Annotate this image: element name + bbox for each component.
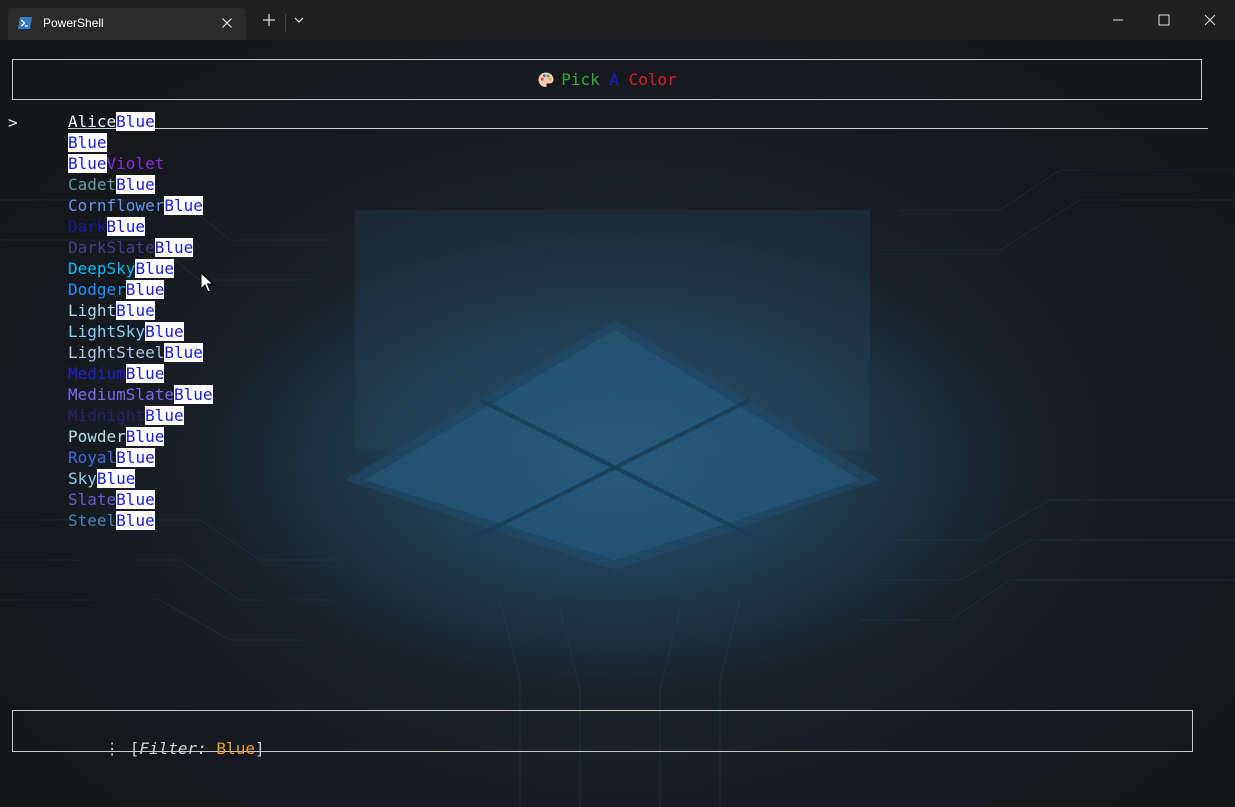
list-item[interactable]: MidnightBlue [68,405,213,426]
window-close-icon[interactable] [1196,8,1224,32]
color-name-match: Blue [145,322,184,341]
color-name-prefix: DeepSky [68,259,136,278]
list-item[interactable]: RoyalBlue [68,447,213,468]
color-name-prefix: Sky [68,469,97,488]
color-name-prefix: LightSteel [68,343,165,362]
list-item[interactable]: LightSteelBlue [68,342,213,363]
color-name-match: Blue [116,175,155,194]
color-name-match: Blue [116,490,155,509]
color-name-prefix: Cornflower [68,196,165,215]
color-name-prefix: Steel [68,511,117,530]
maximize-icon[interactable] [1150,8,1178,32]
color-name-prefix: Slate [68,490,117,509]
tab-powershell[interactable]: PowerShell [8,8,246,40]
selection-underline [68,128,1208,129]
color-name-match: Blue [125,364,165,383]
color-name-match: Blue [173,385,213,404]
list-item[interactable]: DodgerBlue [68,279,213,300]
list-item[interactable]: SlateBlue [68,489,213,510]
color-name-match: Blue [68,133,107,152]
tab-separator [285,14,286,32]
color-name-match: Blue [164,196,203,215]
palette-icon [538,72,554,87]
terminal-pane[interactable]: Pick A Color > AliceBlue Blue BlueViolet Ca… [0,40,1235,807]
list-item[interactable]: LightBlue [68,300,213,321]
color-name-prefix: Powder [68,427,126,446]
list-item[interactable]: MediumBlue [68,363,213,384]
close-icon[interactable] [218,14,236,32]
color-name-match: Blue [116,112,155,131]
color-name-match: Blue [116,301,155,320]
color-name-prefix: Alice [68,112,117,131]
list-item[interactable]: AliceBlue [68,111,213,132]
color-name-match: Blue [125,427,165,446]
color-list[interactable]: AliceBlue Blue BlueViolet CadetBlue Cornflow… [68,111,213,531]
filter-value: Blue [216,739,255,758]
list-item[interactable]: DeepSkyBlue [68,258,213,279]
list-item[interactable]: DarkSlateBlue [68,237,213,258]
color-name-prefix: Cadet [68,175,117,194]
filter-label: Filter: [139,739,207,758]
header-word-pick: Pick [561,70,600,89]
mouse-cursor-icon [200,272,214,293]
filter-open-bracket: [ [129,739,140,758]
color-name-prefix: LightSky [68,322,146,341]
minimize-icon[interactable] [1104,8,1132,32]
color-name-match: Blue [68,154,107,173]
color-name-match: Blue [145,406,184,425]
color-name-match: Blue [96,469,136,488]
filter-close-bracket: ] [254,739,265,758]
color-name-prefix: MediumSlate [68,385,174,404]
picker-header: Pick A Color [12,59,1202,100]
color-name-match: Blue [116,511,155,530]
vertical-ellipsis-icon: ⋮ [104,739,121,758]
filter-bar: ⋮ [Filter: Blue] [12,710,1193,758]
color-name-match: Blue [164,343,203,362]
header-word-color: Color [628,70,677,89]
tab-title: PowerShell [43,16,104,30]
color-name-prefix: Light [68,301,117,320]
list-item[interactable]: BlueViolet [68,153,213,174]
chevron-down-icon[interactable] [289,10,309,30]
powershell-icon [18,17,32,29]
color-name-match: Blue [116,448,155,467]
color-name-prefix: Medium [68,364,126,383]
list-item[interactable]: SteelBlue [68,510,213,531]
title-bar: PowerShell [0,0,1235,40]
selection-pointer: > [8,113,18,132]
color-name-prefix: Royal [68,448,117,467]
color-name-match: Blue [125,280,165,299]
list-item[interactable]: PowderBlue [68,426,213,447]
color-name-prefix: DarkSlate [68,238,155,257]
list-item[interactable]: Blue [68,132,213,153]
list-item[interactable]: MediumSlateBlue [68,384,213,405]
color-name-match: Blue [106,217,146,236]
terminal-window: PowerShell Pick A Color > AliceBlue Blue… [0,0,1235,807]
list-item[interactable]: SkyBlue [68,468,213,489]
list-item[interactable]: CadetBlue [68,174,213,195]
color-name-match: Blue [154,238,194,257]
plus-icon[interactable] [259,10,279,30]
header-word-a: A [609,70,619,89]
color-name-match: Blue [135,259,174,278]
color-name-suffix: Violet [106,154,165,173]
color-name-prefix: Midnight [68,406,146,425]
color-name-prefix: Dark [68,217,107,236]
color-name-prefix: Dodger [68,280,126,299]
list-item[interactable]: LightSkyBlue [68,321,213,342]
list-item[interactable]: DarkBlue [68,216,213,237]
list-item[interactable]: CornflowerBlue [68,195,213,216]
